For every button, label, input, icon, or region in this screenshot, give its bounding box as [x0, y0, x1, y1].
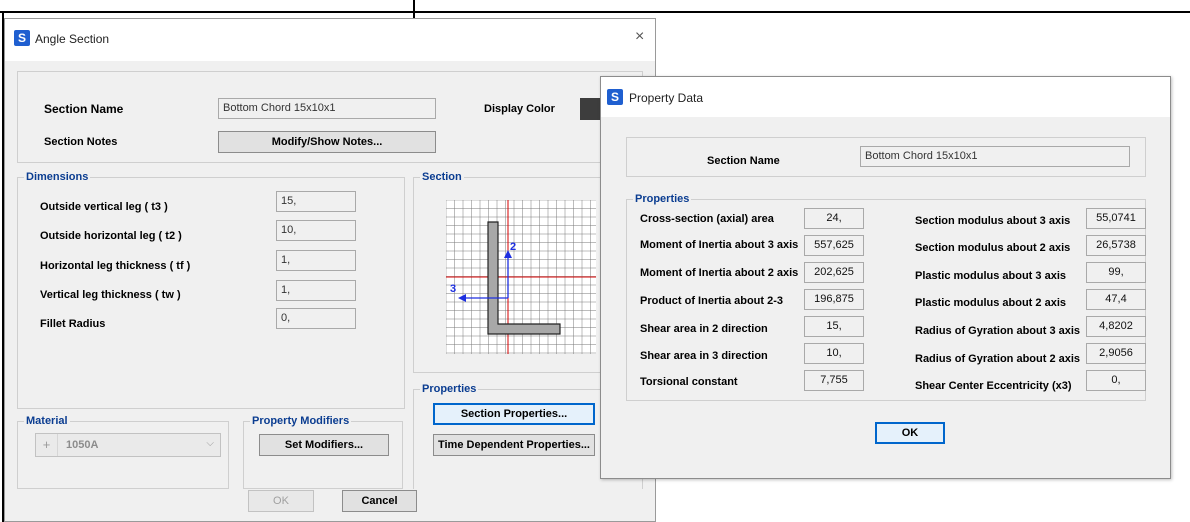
section-name-input[interactable]: Bottom Chord 15x10x1	[218, 98, 436, 119]
outside-vertical-leg-input[interactable]: 15,	[276, 191, 356, 212]
property-values-title: Properties	[633, 193, 692, 205]
section-name-label: Section Name	[44, 102, 124, 116]
outside-horizontal-leg-input[interactable]: 10,	[276, 220, 356, 241]
dimension-label: Horizontal leg thickness ( tf )	[40, 260, 191, 272]
app-logo-icon: S	[14, 30, 30, 46]
cancel-button[interactable]: Cancel	[342, 490, 417, 512]
property-label: Product of Inertia about 2-3	[640, 295, 784, 307]
property-label: Section modulus about 2 axis	[915, 242, 1071, 254]
material-title: Material	[24, 415, 70, 427]
background-line-mid	[413, 0, 415, 18]
property-section-name-panel: Section Name Bottom Chord 15x10x1	[626, 137, 1146, 177]
section-title: Section	[420, 171, 464, 183]
property-label: Plastic modulus about 3 axis	[915, 270, 1066, 282]
property-value: 7,755	[804, 370, 864, 391]
property-value: 47,4	[1086, 289, 1146, 310]
add-material-icon[interactable]: +	[36, 434, 58, 456]
window-title: Angle Section	[35, 32, 110, 46]
property-label: Torsional constant	[640, 376, 738, 388]
property-value: 24,	[804, 208, 864, 229]
property-label: Shear Center Eccentricity (x3)	[915, 380, 1072, 392]
set-modifiers-button[interactable]: Set Modifiers...	[259, 434, 389, 456]
property-label: Shear area in 2 direction	[640, 323, 768, 335]
property-value: 10,	[804, 343, 864, 364]
property-label: Moment of Inertia about 2 axis	[640, 267, 799, 279]
property-data-window: S Property Data Section Name Bottom Chor…	[600, 76, 1171, 479]
property-label: Radius of Gyration about 2 axis	[915, 353, 1081, 365]
property-value: 4,8202	[1086, 316, 1146, 337]
modify-notes-button[interactable]: Modify/Show Notes...	[218, 131, 436, 153]
property-value: 196,875	[804, 289, 864, 310]
property-label: Section modulus about 3 axis	[915, 215, 1071, 227]
display-color-label: Display Color	[484, 103, 555, 115]
fillet-radius-input[interactable]: 0,	[276, 308, 356, 329]
property-value: 55,0741	[1086, 208, 1146, 229]
axis-2-label: 2	[510, 241, 516, 253]
dimension-label: Fillet Radius	[40, 318, 106, 330]
dimension-label: Vertical leg thickness ( tw )	[40, 289, 181, 301]
property-label: Moment of Inertia about 3 axis	[640, 239, 799, 251]
app-logo-icon: S	[607, 89, 623, 105]
property-modifiers-title: Property Modifiers	[250, 415, 352, 427]
section-properties-button[interactable]: Section Properties...	[433, 403, 595, 425]
section-name-panel: Section Name Bottom Chord 15x10x1 Displa…	[17, 71, 643, 163]
display-color-swatch[interactable]	[580, 98, 600, 120]
vertical-leg-thickness-input[interactable]: 1,	[276, 280, 356, 301]
horizontal-leg-thickness-input[interactable]: 1,	[276, 250, 356, 271]
property-value: 557,625	[804, 235, 864, 256]
property-data-titlebar: S Property Data	[601, 77, 1170, 117]
property-value: 99,	[1086, 262, 1146, 283]
dimension-label: Outside vertical leg ( t3 )	[40, 201, 168, 213]
property-ok-button[interactable]: OK	[875, 422, 945, 444]
ok-button[interactable]: OK	[248, 490, 314, 512]
property-section-name-field: Bottom Chord 15x10x1	[860, 146, 1130, 167]
section-preview-canvas: 2 3	[446, 200, 596, 354]
property-value: 26,5738	[1086, 235, 1146, 256]
property-label: Shear area in 3 direction	[640, 350, 768, 362]
close-icon[interactable]: ×	[635, 28, 644, 46]
background-line-top	[0, 11, 1190, 13]
property-label: Cross-section (axial) area	[640, 213, 774, 225]
dimensions-title: Dimensions	[24, 171, 91, 183]
property-section-name-label: Section Name	[707, 155, 780, 167]
chevron-down-icon[interactable]: ⌵	[206, 438, 214, 449]
property-value: 2,9056	[1086, 343, 1146, 364]
material-combo[interactable]: + 1050A ⌵	[35, 433, 221, 457]
property-window-title: Property Data	[629, 91, 704, 105]
property-label: Plastic modulus about 2 axis	[915, 297, 1066, 309]
property-value: 15,	[804, 316, 864, 337]
section-notes-label: Section Notes	[44, 136, 118, 148]
property-value: 202,625	[804, 262, 864, 283]
dimension-label: Outside horizontal leg ( t2 )	[40, 230, 182, 242]
dimensions-group: Dimensions Outside vertical leg ( t3 ) 1…	[17, 171, 405, 409]
property-value: 0,	[1086, 370, 1146, 391]
property-label: Radius of Gyration about 3 axis	[915, 325, 1081, 337]
time-dependent-properties-button[interactable]: Time Dependent Properties...	[433, 434, 595, 456]
axis-3-label: 3	[450, 283, 456, 295]
properties-title: Properties	[420, 383, 479, 395]
material-value: 1050A	[66, 439, 99, 451]
angle-section-titlebar: S Angle Section ×	[5, 19, 655, 61]
